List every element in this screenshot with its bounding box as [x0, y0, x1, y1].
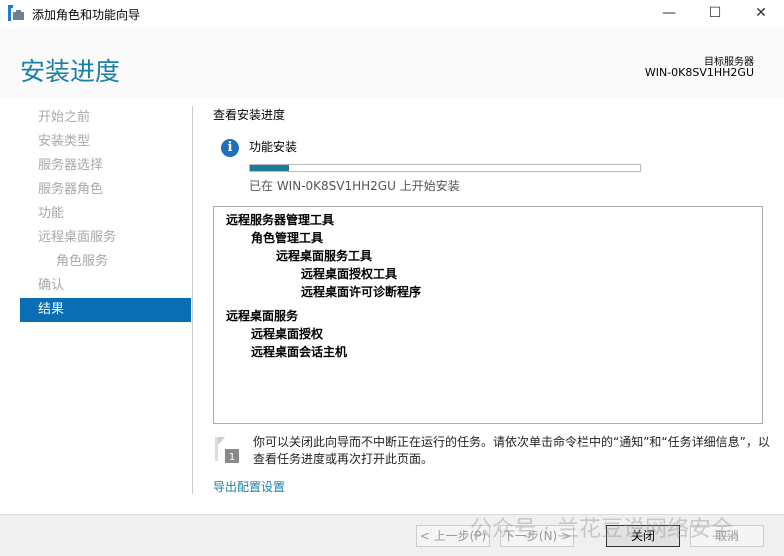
- svg-text:1: 1: [229, 452, 235, 463]
- divider: [192, 106, 193, 494]
- nav-item-before-you-begin: 开始之前: [38, 110, 91, 125]
- install-status: 已在 WIN-0K8SV1HH2GU 上开始安装: [249, 179, 460, 193]
- nav-item-confirmation: 确认: [38, 278, 65, 293]
- feature-list-item: 远程桌面许可诊断程序: [301, 285, 422, 299]
- nav-item-features: 功能: [38, 206, 65, 221]
- export-config-link[interactable]: 导出配置设置: [213, 478, 285, 495]
- feature-list-item: 远程桌面会话主机: [251, 345, 348, 359]
- nav-item-server-roles: 服务器角色: [38, 182, 104, 197]
- feature-list-item: 远程桌面服务: [226, 309, 299, 323]
- minimize-button[interactable]: —: [646, 0, 692, 26]
- feature-list-item: 远程桌面服务工具: [276, 249, 373, 263]
- watermark: 公众号 · 兰花豆说网络安全: [470, 517, 733, 542]
- progress-fill: [250, 165, 289, 171]
- close-window-button[interactable]: ✕: [738, 0, 784, 26]
- target-server-name: WIN-0K8SV1HH2GU: [644, 66, 754, 79]
- nav-item-role-services: 角色服务: [56, 254, 109, 269]
- info-icon: i: [221, 139, 239, 157]
- feature-list-item: 角色管理工具: [251, 231, 324, 245]
- nav-item-server-selection: 服务器选择: [38, 158, 104, 173]
- feature-list-item: 远程桌面授权工具: [301, 267, 398, 281]
- feature-list-item: 远程服务器管理工具: [226, 213, 335, 227]
- nav-item-installation-type: 安装类型: [38, 134, 91, 149]
- feature-list-item: 远程桌面授权: [251, 327, 324, 341]
- nav-item-results[interactable]: 结果: [20, 298, 191, 322]
- note-text: 你可以关闭此向导而不中断正在运行的任务。请依次单击命令栏中的“通知”和“任务详细…: [253, 435, 770, 466]
- nav-item-remote-desktop-services: 远程桌面服务: [38, 230, 117, 245]
- wizard-nav: 开始之前 安装类型 服务器选择 服务器角色 功能 远程桌面服务 角色服务 确认 …: [20, 106, 191, 322]
- page-title: 安装进度: [20, 57, 121, 86]
- section-title: 查看安装进度: [213, 108, 286, 122]
- window-title: 添加角色和功能向导: [32, 8, 141, 22]
- feature-list: 远程服务器管理工具角色管理工具远程桌面服务工具远程桌面授权工具远程桌面许可诊断程…: [213, 206, 763, 424]
- server-manager-icon: [8, 5, 24, 21]
- footer: < 上一步(P) 下一步(N) > 关闭 取消 公众号 · 兰花豆说网络安全: [0, 514, 784, 556]
- maximize-button[interactable]: ☐: [692, 0, 738, 26]
- title-bar: 添加角色和功能向导 — ☐ ✕: [0, 0, 784, 28]
- notification-flag-icon: 1: [215, 437, 239, 463]
- install-progress-bar: [249, 164, 641, 172]
- page-header: 安装进度 目标服务器 WIN-0K8SV1HH2GU: [0, 28, 784, 98]
- feature-install-label: 功能安装: [249, 140, 298, 154]
